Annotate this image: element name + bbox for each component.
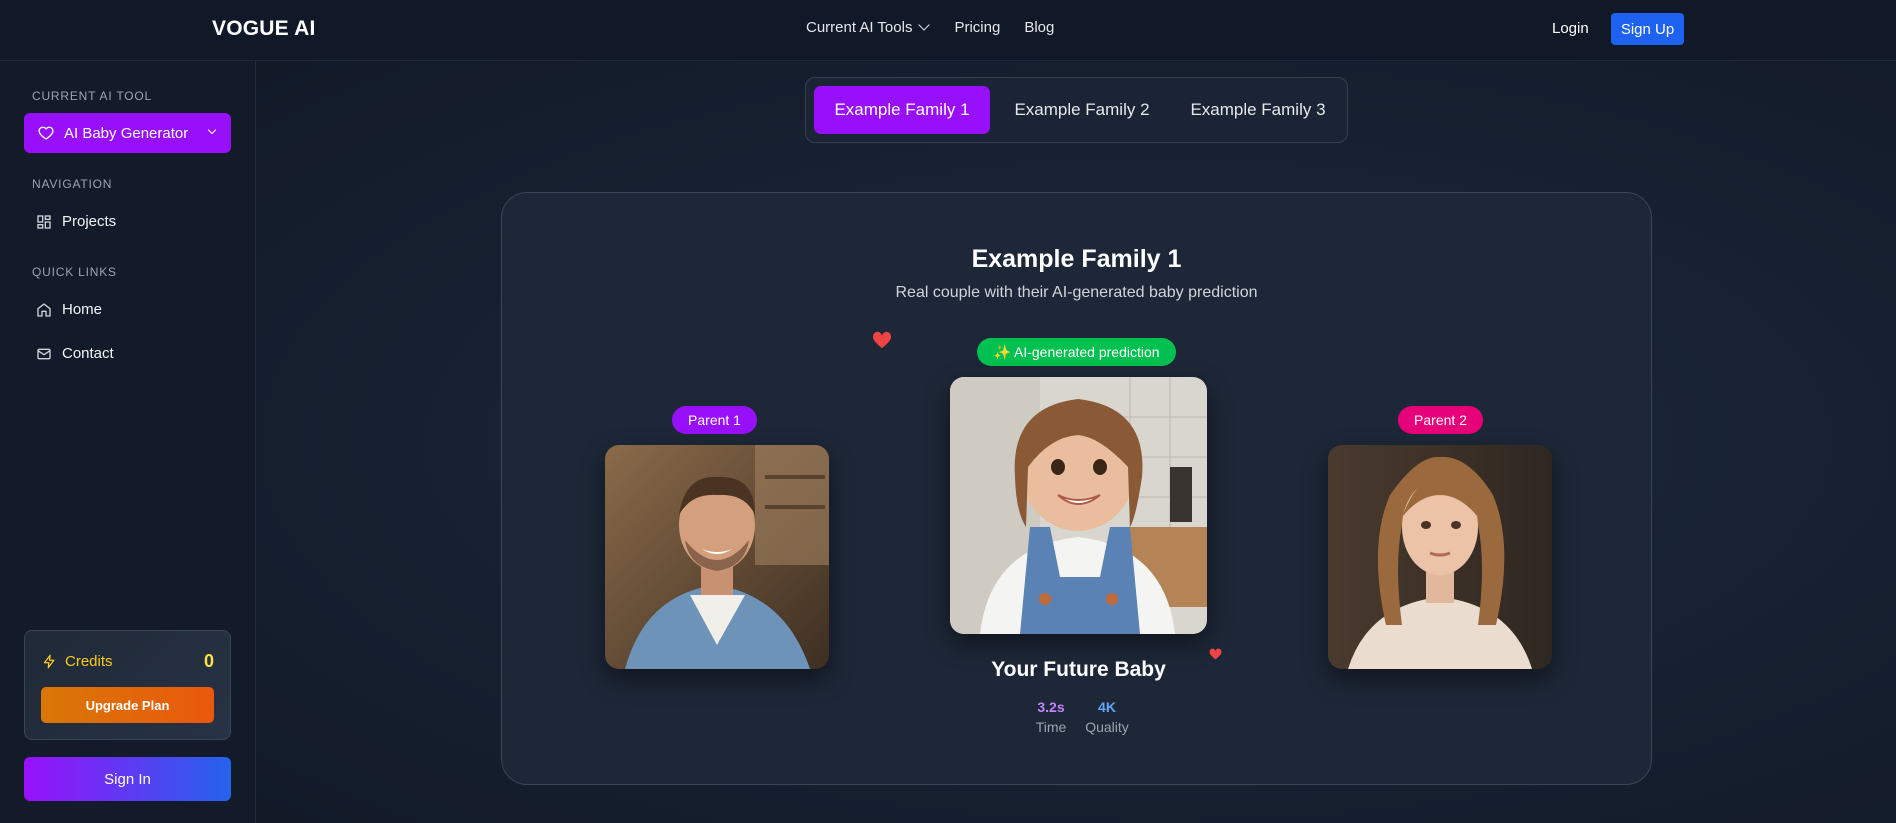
stat-value: 3.2s: [1037, 699, 1065, 715]
credits-label: Credits: [65, 653, 113, 670]
sidebar-item-projects[interactable]: Projects: [36, 213, 116, 230]
stat-value: 4K: [1098, 699, 1116, 715]
home-icon: [37, 302, 51, 317]
login-link[interactable]: Login: [1552, 20, 1589, 37]
parent-2-photo: [1328, 445, 1552, 669]
nav-blog[interactable]: Blog: [1024, 19, 1054, 36]
tab-example-family-1[interactable]: Example Family 1: [814, 86, 990, 134]
heart-icon: [872, 331, 892, 349]
top-nav-links: Current AI Tools Pricing Blog: [806, 19, 1054, 36]
nav-current-ai-tools[interactable]: Current AI Tools: [806, 19, 931, 36]
baby-title: Your Future Baby: [991, 658, 1166, 681]
current-tool-select[interactable]: AI Baby Generator: [24, 113, 231, 153]
nav-pricing[interactable]: Pricing: [954, 19, 1000, 36]
stat-quality: 4K Quality: [1082, 699, 1132, 735]
example-subtitle: Real couple with their AI-generated baby…: [895, 284, 1258, 301]
main-content: Example Family 1 Example Family 2 Exampl…: [256, 61, 1896, 823]
parent-1-photo: [605, 445, 829, 669]
navigation-heading: NAVIGATION: [32, 177, 113, 191]
baby-prediction-photo: [950, 377, 1207, 634]
stat-label: Time: [1035, 719, 1067, 735]
current-tool-heading: CURRENT AI TOOL: [32, 89, 153, 103]
signup-button[interactable]: Sign Up: [1611, 13, 1684, 45]
stat-label: Quality: [1085, 719, 1129, 735]
parent-1-badge: Parent 1: [672, 406, 757, 434]
sidebar-item-contact[interactable]: Contact: [36, 345, 114, 362]
credits-card: Credits 0 Upgrade Plan: [24, 630, 231, 740]
mail-icon: [37, 348, 51, 359]
sidebar-item-label: Home: [62, 301, 103, 318]
nav-current-ai-tools-label: Current AI Tools: [806, 19, 913, 36]
heart-icon: [38, 126, 54, 140]
grid-icon: [37, 214, 51, 229]
lightning-icon: [43, 654, 55, 669]
tab-example-family-2[interactable]: Example Family 2: [996, 86, 1168, 134]
quick-links-heading: QUICK LINKS: [32, 265, 117, 279]
sidebar-item-home[interactable]: Home: [36, 301, 102, 318]
parent-2-badge: Parent 2: [1398, 406, 1483, 434]
upgrade-plan-button[interactable]: Upgrade Plan: [41, 687, 214, 723]
chevron-down-icon: [207, 125, 217, 135]
sidebar: CURRENT AI TOOL AI Baby Generator NAVIGA…: [0, 61, 256, 823]
credits-value: 0: [203, 651, 214, 671]
credits-label-row: Credits: [42, 653, 113, 670]
sidebar-item-label: Contact: [62, 345, 114, 362]
sign-in-button[interactable]: Sign In: [24, 757, 231, 801]
sidebar-item-label: Projects: [62, 213, 117, 230]
stat-time: 3.2s Time: [1030, 699, 1072, 735]
ai-prediction-badge: ✨ AI-generated prediction: [977, 338, 1176, 366]
brand-logo[interactable]: VOGUE AI: [212, 17, 316, 41]
example-tabs: Example Family 1 Example Family 2 Exampl…: [805, 77, 1348, 143]
example-title: Example Family 1: [971, 245, 1182, 273]
example-family-card: Example Family 1 Real couple with their …: [501, 192, 1652, 785]
top-navbar: VOGUE AI Current AI Tools Pricing Blog L…: [0, 0, 1896, 61]
current-tool-label: AI Baby Generator: [64, 124, 189, 142]
chevron-down-icon: [918, 19, 931, 31]
heart-icon: [1209, 648, 1222, 660]
tab-example-family-3[interactable]: Example Family 3: [1172, 86, 1344, 134]
